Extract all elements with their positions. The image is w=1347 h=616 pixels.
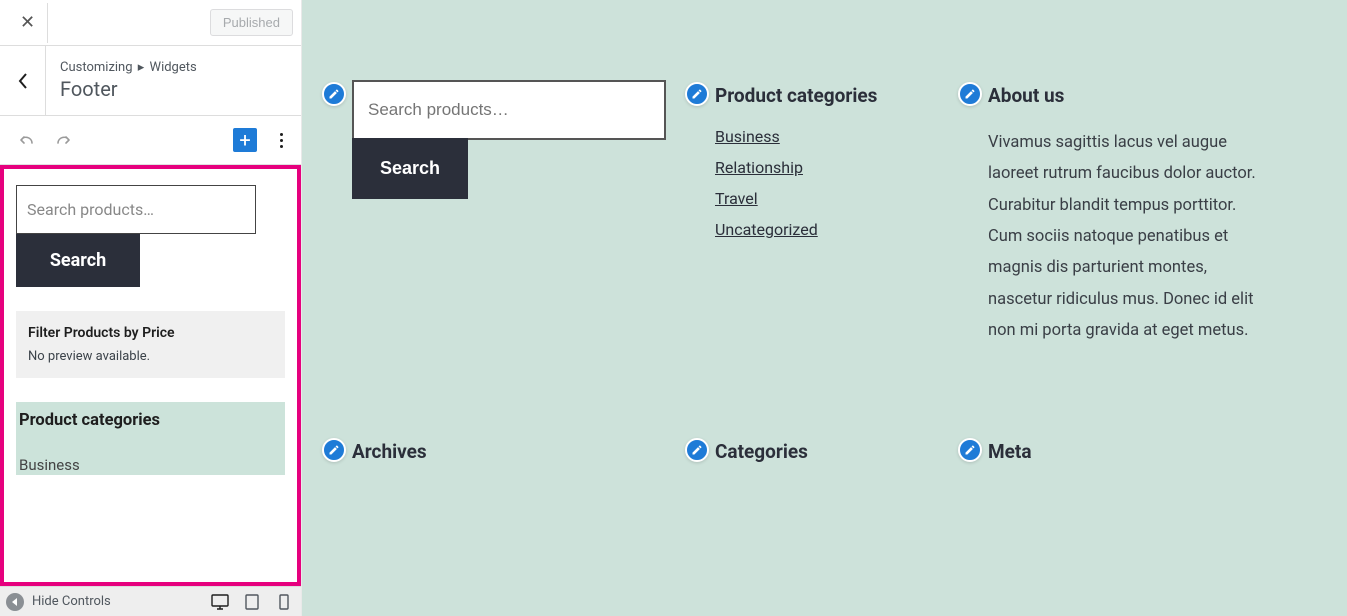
back-button[interactable] <box>0 46 46 115</box>
list-item: Travel <box>715 189 960 208</box>
footer-widget-categories: Categories <box>715 436 960 463</box>
search-input[interactable] <box>352 80 666 140</box>
edit-widget-button[interactable] <box>685 82 709 106</box>
footer-widget-about: About us Vivamus sagittis lacus vel augu… <box>988 80 1268 346</box>
footer-widget-search: Search <box>352 80 687 199</box>
panel-topbar: ✕ Published <box>0 0 301 46</box>
kebab-dot-icon <box>280 133 283 136</box>
undo-icon <box>16 130 36 150</box>
category-link[interactable]: Business <box>715 127 780 146</box>
filter-block-no-preview: No preview available. <box>28 349 273 364</box>
close-customizer-button[interactable]: ✕ <box>8 3 48 43</box>
collapse-controls-button[interactable] <box>6 593 24 611</box>
pencil-icon <box>964 444 976 456</box>
product-categories-block[interactable]: Product categories Business <box>16 402 285 475</box>
search-button[interactable]: Search <box>352 138 468 199</box>
search-block[interactable]: Search products… Search <box>16 185 285 287</box>
widget-title: Categories <box>715 440 960 463</box>
pencil-icon <box>964 88 976 100</box>
chevron-left-icon <box>18 73 28 89</box>
close-icon: ✕ <box>20 12 35 33</box>
panel-footer: Hide Controls <box>0 586 301 616</box>
edit-widget-button[interactable] <box>958 82 982 106</box>
publish-button[interactable]: Published <box>210 9 293 36</box>
category-link[interactable]: Uncategorized <box>715 220 818 239</box>
tablet-device-button[interactable] <box>243 593 261 611</box>
footer-widget-meta: Meta <box>988 436 1268 463</box>
breadcrumb-root: Customizing <box>60 60 133 75</box>
widget-title: Archives <box>352 440 687 463</box>
product-categories-title: Product categories <box>16 403 285 438</box>
about-body-text: Vivamus sagittis lacus vel augue laoreet… <box>988 127 1268 346</box>
widget-title: About us <box>988 84 1268 107</box>
customizer-panel: ✕ Published Customizing ▸ Widgets Footer… <box>0 0 302 616</box>
pencil-icon <box>328 88 340 100</box>
pencil-icon <box>328 444 340 456</box>
more-options-button[interactable] <box>271 128 291 152</box>
block-toolbar: + <box>0 116 301 164</box>
hide-controls-label[interactable]: Hide Controls <box>32 594 111 609</box>
device-preview-switcher <box>211 593 293 611</box>
breadcrumb-section: Widgets <box>150 60 197 75</box>
list-item: Business <box>715 127 960 146</box>
mobile-device-button[interactable] <box>275 593 293 611</box>
pencil-icon <box>691 444 703 456</box>
category-link[interactable]: Travel <box>715 189 758 208</box>
widget-title: Meta <box>988 440 1268 463</box>
redo-icon <box>54 130 74 150</box>
pencil-icon <box>691 88 703 100</box>
desktop-device-button[interactable] <box>211 593 229 611</box>
kebab-dot-icon <box>280 145 283 148</box>
breadcrumb-separator-icon: ▸ <box>138 60 145 75</box>
desktop-icon <box>211 594 229 610</box>
footer-widget-product-categories: Product categories Business Relationship… <box>715 80 960 251</box>
filter-price-block[interactable]: Filter Products by Price No preview avai… <box>16 311 285 378</box>
list-item: Relationship <box>715 158 960 177</box>
footer-widget-archives: Archives <box>352 436 687 463</box>
redo-button[interactable] <box>52 128 76 152</box>
section-title: Footer <box>60 77 287 101</box>
triangle-left-icon <box>11 598 19 606</box>
kebab-dot-icon <box>280 139 283 142</box>
tablet-icon <box>245 594 259 610</box>
undo-button[interactable] <box>14 128 38 152</box>
list-item: Uncategorized <box>715 220 960 239</box>
add-block-button[interactable]: + <box>233 128 257 152</box>
edit-widget-button[interactable] <box>322 82 346 106</box>
breadcrumb: Customizing ▸ Widgets Footer <box>46 50 301 111</box>
product-category-item: Business <box>16 438 285 474</box>
block-list: Search products… Search Filter Products … <box>0 165 301 586</box>
search-input-mini[interactable]: Search products… <box>16 185 256 234</box>
search-button-mini[interactable]: Search <box>16 234 140 287</box>
filter-block-title: Filter Products by Price <box>28 325 273 341</box>
widget-title: Product categories <box>715 84 960 107</box>
mobile-icon <box>279 594 289 610</box>
category-link[interactable]: Relationship <box>715 158 803 177</box>
edit-widget-button[interactable] <box>322 438 346 462</box>
panel-header: Customizing ▸ Widgets Footer <box>0 46 301 116</box>
edit-widget-button[interactable] <box>685 438 709 462</box>
product-categories-list: Business Relationship Travel Uncategoriz… <box>715 127 960 239</box>
site-preview: Search Product categories Business Relat… <box>302 0 1347 616</box>
plus-icon: + <box>239 130 250 150</box>
